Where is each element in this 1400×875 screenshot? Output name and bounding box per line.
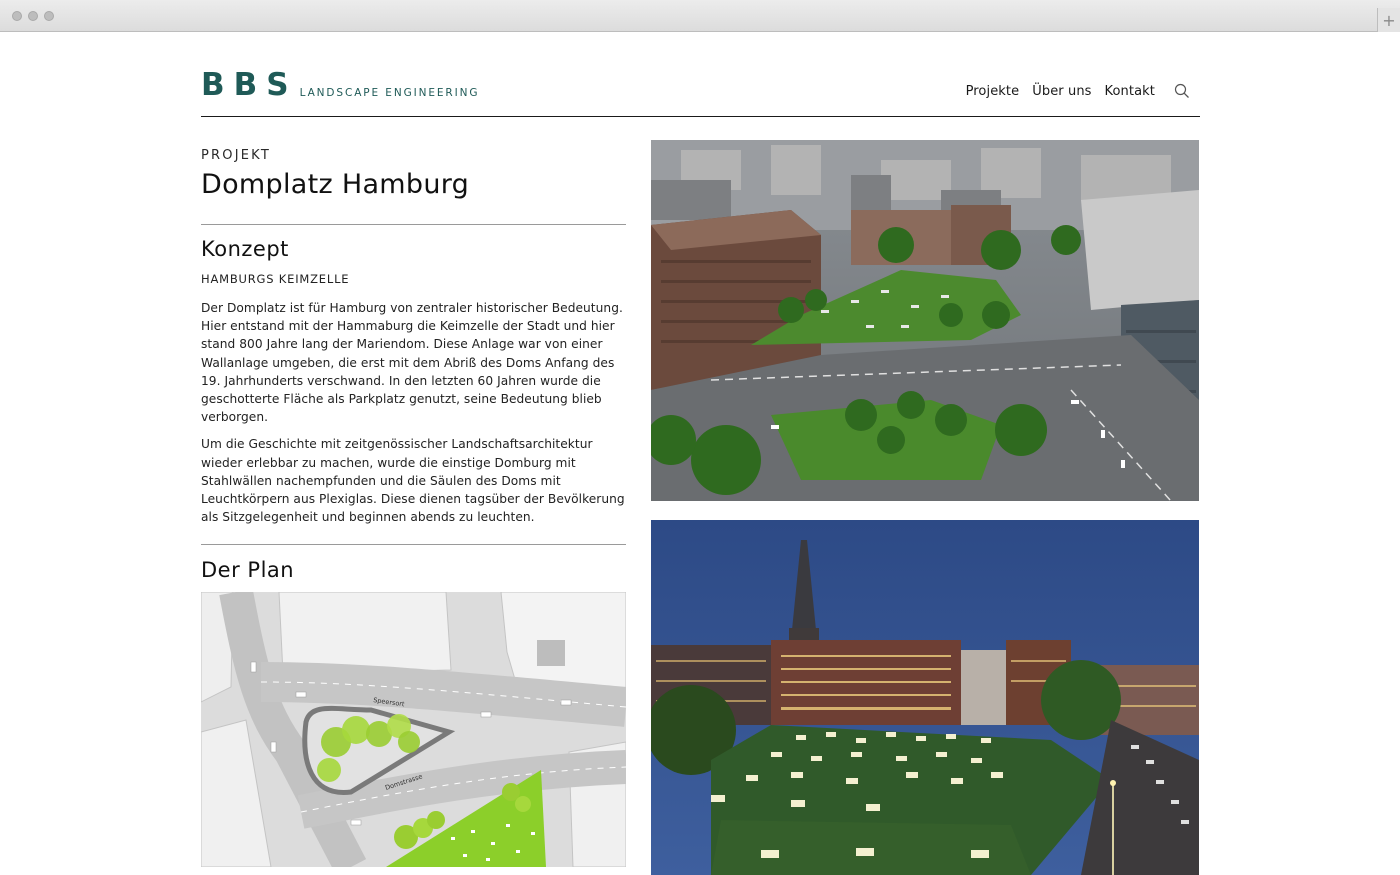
project-eyebrow: PROJEKT bbox=[201, 148, 272, 163]
site-plan-image[interactable]: Speersort Domstrasse bbox=[201, 592, 626, 868]
site-logo[interactable]: BBS LANDSCAPE ENGINEERING bbox=[201, 70, 479, 101]
nav-item-kontakt[interactable]: Kontakt bbox=[1105, 84, 1155, 99]
header-divider bbox=[201, 116, 1200, 117]
section-heading-konzept: Konzept bbox=[201, 237, 289, 261]
body-paragraph: Um die Geschichte mit zeitgenössischer L… bbox=[201, 437, 625, 525]
window-zoom-dot[interactable] bbox=[44, 11, 54, 21]
window-minimize-dot[interactable] bbox=[28, 11, 38, 21]
search-icon[interactable] bbox=[1174, 83, 1190, 99]
section-subheading: HAMBURGS KEIMZELLE bbox=[201, 272, 350, 286]
page-title: Domplatz Hamburg bbox=[201, 169, 470, 200]
project-photo-night-plaza[interactable] bbox=[651, 520, 1199, 875]
nav-item-projekte[interactable]: Projekte bbox=[966, 84, 1020, 99]
section-divider bbox=[201, 224, 626, 225]
logo-subtitle: LANDSCAPE ENGINEERING bbox=[299, 87, 480, 99]
window-close-dot[interactable] bbox=[12, 11, 22, 21]
project-photo-day-aerial[interactable] bbox=[651, 140, 1199, 501]
section-divider bbox=[201, 544, 626, 546]
browser-chrome: + bbox=[0, 0, 1400, 32]
logo-mark: BBS bbox=[201, 67, 298, 103]
body-paragraph: Der Domplatz ist für Hamburg von zentral… bbox=[201, 301, 623, 425]
nav-item-ueber-uns[interactable]: Über uns bbox=[1032, 84, 1091, 99]
main-nav: Projekte Über uns Kontakt bbox=[953, 83, 1190, 99]
section-heading-plan: Der Plan bbox=[201, 558, 295, 583]
new-tab-button[interactable]: + bbox=[1377, 8, 1400, 32]
project-text-column: PROJEKT Domplatz Hamburg Konzept HAMBURG… bbox=[201, 148, 626, 868]
